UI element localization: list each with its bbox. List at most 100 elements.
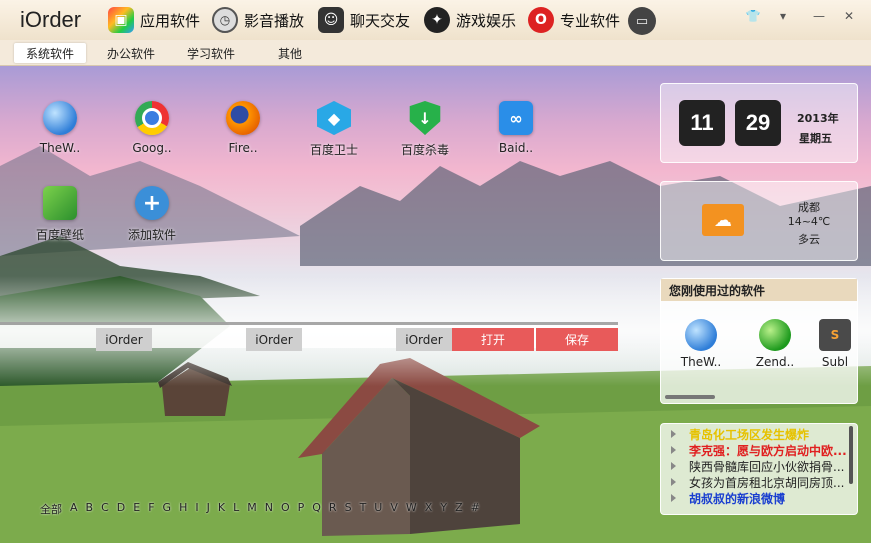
app-baidu-guard[interactable]: ◆ 百度卫士 <box>299 101 369 158</box>
clock-minute: 29 <box>735 100 781 146</box>
recent-scrollbar[interactable] <box>665 395 715 399</box>
tab-study[interactable]: 学习软件 <box>175 43 247 63</box>
baidu-guard-icon: ◆ <box>317 101 351 135</box>
alpha-letter[interactable]: Z <box>451 501 467 517</box>
app-logo: iOrder <box>20 7 82 32</box>
action-strip: iOrder iOrder iOrder 打开 保存 <box>0 322 618 351</box>
app-chrome[interactable]: Goog.. <box>117 101 187 155</box>
category-media-label: 影音播放 <box>244 11 305 30</box>
apps-icon: ▣ <box>108 7 134 33</box>
category-game[interactable]: ✦ 游戏娱乐 <box>424 5 516 35</box>
weather-desc: 多云 <box>798 233 820 246</box>
zend-icon <box>759 319 791 351</box>
alpha-letter[interactable]: C <box>97 501 113 517</box>
menu-icon[interactable]: ▾ <box>772 7 794 25</box>
globe-icon <box>685 319 717 351</box>
app-thew[interactable]: TheW.. <box>25 101 95 155</box>
weather-widget[interactable]: ☁ 成都 14~4℃ 多云 <box>660 181 858 261</box>
globe-icon <box>43 101 77 135</box>
category-chat-label: 聊天交友 <box>350 11 411 30</box>
news-item-3[interactable]: 女孩为首房租北京胡同房顶... <box>661 474 847 490</box>
app-add-software[interactable]: + 添加软件 <box>117 186 187 243</box>
baidu-antivirus-icon: ↓ <box>409 101 441 135</box>
news-item-1[interactable]: 李克强：愿与欧方启动中欧... <box>661 442 847 458</box>
alpha-letter[interactable]: M <box>243 501 261 517</box>
clock-weekday: 星期五 <box>799 132 832 145</box>
clock-year: 2013年 <box>797 112 839 125</box>
category-pro[interactable]: O 专业软件 <box>528 5 620 35</box>
title-bar: iOrder ▣ 应用软件 ◷ 影音播放 ☺ 聊天交友 ✦ 游戏娱乐 O 专业软… <box>0 0 871 40</box>
app-baidu-cloud[interactable]: ∞ Baid.. <box>481 101 551 155</box>
alpha-letter[interactable]: Y <box>436 501 451 517</box>
close-icon[interactable]: ✕ <box>838 7 860 25</box>
alphabet-filter: 全部 A B C D E F G H I J K L M N O P Q R S… <box>36 501 484 517</box>
alpha-letter[interactable]: V <box>386 501 402 517</box>
pro-icon: O <box>528 7 554 33</box>
alpha-letter[interactable]: H <box>175 501 191 517</box>
alpha-letter[interactable]: S <box>341 501 356 517</box>
clock-hour: 11 <box>679 100 725 146</box>
skin-icon[interactable]: 👕 <box>742 7 764 25</box>
app-baidu-wallpaper[interactable]: 百度壁纸 <box>25 186 95 243</box>
alpha-all[interactable]: 全部 <box>36 501 66 517</box>
alpha-letter[interactable]: A <box>66 501 82 517</box>
alpha-hash[interactable]: # <box>467 501 484 517</box>
media-icon: ◷ <box>212 7 238 33</box>
app-label: Baid.. <box>498 141 534 155</box>
open-button[interactable]: 打开 <box>452 328 534 351</box>
alpha-letter[interactable]: E <box>129 501 144 517</box>
app-label: 百度卫士 <box>309 143 358 157</box>
tab-system[interactable]: 系统软件 <box>14 43 87 63</box>
alpha-letter[interactable]: L <box>229 501 243 517</box>
alpha-letter[interactable]: T <box>356 501 371 517</box>
category-chat[interactable]: ☺ 聊天交友 <box>318 5 410 35</box>
alpha-letter[interactable]: D <box>113 501 129 517</box>
alpha-letter[interactable]: G <box>159 501 176 517</box>
app-label: Fire.. <box>228 141 258 155</box>
folder-icon[interactable]: ▭ <box>628 7 656 35</box>
weather-temp: 14~4℃ <box>787 215 831 228</box>
minimize-icon[interactable]: — <box>808 7 830 25</box>
save-button[interactable]: 保存 <box>536 328 618 351</box>
alpha-letter[interactable]: W <box>402 501 421 517</box>
sublime-icon: S <box>819 319 851 351</box>
alpha-letter[interactable]: Q <box>308 501 325 517</box>
alpha-letter[interactable]: U <box>370 501 386 517</box>
app-label: TheW.. <box>39 141 81 155</box>
alpha-letter[interactable]: O <box>277 501 294 517</box>
tab-other[interactable]: 其他 <box>266 43 314 63</box>
firefox-icon <box>226 101 260 135</box>
alpha-letter[interactable]: X <box>421 501 437 517</box>
app-baidu-antivirus[interactable]: ↓ 百度杀毒 <box>390 101 460 158</box>
alpha-letter[interactable]: K <box>214 501 229 517</box>
chat-icon: ☺ <box>318 7 344 33</box>
strip-item[interactable]: iOrder <box>96 328 152 351</box>
news-panel: 青岛化工场区发生爆炸 李克强：愿与欧方启动中欧... 陕西骨髓库回应小伙欲捐骨.… <box>660 423 858 515</box>
recent-app-label: Subl <box>821 355 849 369</box>
app-label: 添加软件 <box>127 228 176 242</box>
alpha-letter[interactable]: I <box>191 501 202 517</box>
alpha-letter[interactable]: R <box>325 501 341 517</box>
alpha-letter[interactable]: N <box>261 501 277 517</box>
chrome-icon <box>135 101 169 135</box>
alpha-letter[interactable]: P <box>294 501 309 517</box>
app-label: Goog.. <box>132 141 172 155</box>
tab-office[interactable]: 办公软件 <box>95 43 167 63</box>
add-icon: + <box>135 186 169 220</box>
strip-item[interactable]: iOrder <box>396 328 452 351</box>
news-item-4[interactable]: 胡叔叔的新浪微博 <box>661 490 847 506</box>
app-label: 百度杀毒 <box>400 143 449 157</box>
alpha-letter[interactable]: F <box>144 501 158 517</box>
recent-app-zend[interactable]: Zend.. <box>745 319 805 369</box>
strip-item[interactable]: iOrder <box>246 328 302 351</box>
news-scrollbar[interactable] <box>849 426 853 484</box>
alpha-letter[interactable]: B <box>82 501 98 517</box>
category-media[interactable]: ◷ 影音播放 <box>212 5 304 35</box>
app-firefox[interactable]: Fire.. <box>208 101 278 155</box>
news-item-0[interactable]: 青岛化工场区发生爆炸 <box>661 426 847 442</box>
news-item-2[interactable]: 陕西骨髓库回应小伙欲捐骨... <box>661 458 847 474</box>
recent-app-sublime[interactable]: S Subl <box>815 319 855 369</box>
recent-app-thew[interactable]: TheW.. <box>671 319 731 369</box>
category-apps[interactable]: ▣ 应用软件 <box>108 5 200 35</box>
alpha-letter[interactable]: J <box>203 501 214 517</box>
